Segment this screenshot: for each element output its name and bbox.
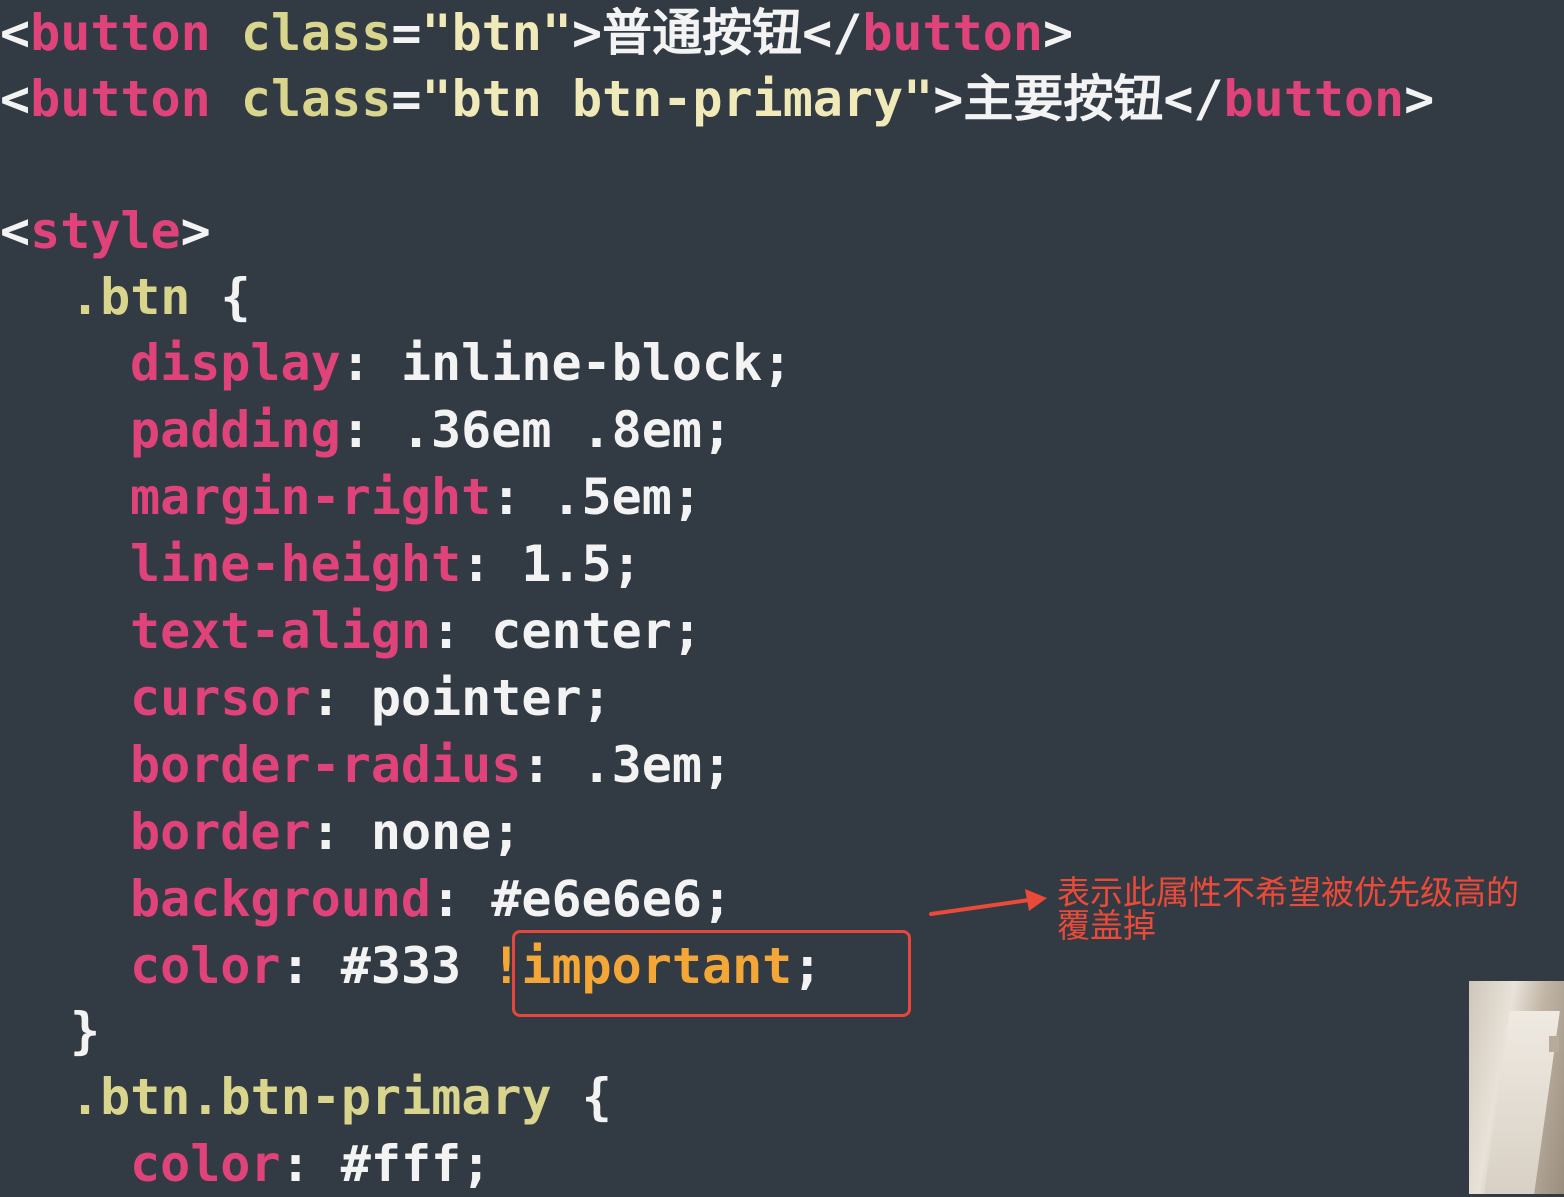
attr-name: class [240,4,392,62]
css-value: #333 [340,937,492,995]
css-property: display [130,334,341,392]
tag-bracket: < [0,202,31,260]
css-declaration: line-height: 1.5; [0,531,642,597]
css-declaration: border: none; [0,799,521,865]
colon: : [431,870,492,928]
colon: : [310,669,371,727]
code-line-btn-selector: .btn { [0,264,251,330]
css-declaration: display: inline-block; [0,330,792,396]
css-value: #fff; [340,1135,492,1193]
code-line-1: <button class="btn">普通按钮</button> [0,0,1073,66]
colon: : [340,334,401,392]
equals: = [391,70,422,128]
tag-bracket: > [180,202,211,260]
css-declaration: margin-right: .5em; [0,464,702,530]
css-selector: .btn.btn-primary [70,1068,552,1126]
css-value: none; [370,803,522,861]
tag-bracket: < [0,70,31,128]
tag-bracket: < [0,4,31,62]
colon: : [280,937,341,995]
css-value: center; [491,602,702,660]
code-line-2: <button class="btn btn-primary">主要按钮</bu… [0,66,1434,132]
tag-bracket: </ [802,4,863,62]
css-property: color [130,1135,281,1193]
tag-name: style [30,202,181,260]
css-property: cursor [130,669,311,727]
code-line-style-open: <style> [0,198,211,264]
attr-value: "btn" [421,4,572,62]
colon: : [461,535,522,593]
video-door-handle [1549,1036,1559,1052]
colon: : [491,468,552,526]
tag-bracket: > [1404,70,1435,128]
tag-name: button [30,4,211,62]
colon: : [310,803,371,861]
annotation-arrow-icon [929,889,1047,916]
css-declaration: text-align: center; [0,598,702,664]
css-property: padding [130,401,341,459]
presenter-video-thumbnail [1469,981,1564,1194]
button-text: 主要按钮 [963,70,1164,128]
css-value: inline-block; [400,334,793,392]
css-property: border [130,803,311,861]
colon: : [521,736,582,794]
colon: : [431,602,492,660]
button-text: 普通按钮 [602,4,803,62]
css-value: 1.5; [521,535,642,593]
brace: { [551,1068,612,1126]
css-declaration: color: #fff; [0,1131,491,1197]
css-value: .5em; [551,468,702,526]
css-declaration: background: #e6e6e6; [0,866,732,932]
css-value: #e6e6e6; [491,870,733,928]
tag-name: button [30,70,211,128]
css-declaration: padding: .36em .8em; [0,397,732,463]
code-line-btn-close: } [0,998,100,1064]
important-highlight-box [512,930,911,1017]
tag-bracket: > [571,4,603,62]
css-declaration: border-radius: .3em; [0,732,732,798]
tag-bracket: > [1042,4,1074,62]
css-property: border-radius [130,736,522,794]
tag-name: button [862,4,1043,62]
tag-name: button [1223,70,1405,128]
colon: : [340,401,401,459]
css-property: color [130,937,281,995]
css-value: .3em; [581,736,733,794]
css-property: line-height [130,535,462,593]
attr-value: "btn btn-primary" [421,70,934,128]
brace: } [70,1002,101,1060]
css-value: pointer; [370,669,612,727]
colon: : [280,1135,341,1193]
css-value: .36em .8em; [400,401,733,459]
annotation-line-1: 表示此属性不希望被优先级高的 [1057,873,1519,912]
css-property: margin-right [130,468,492,526]
code-line-primary-selector: .btn.btn-primary { [0,1064,612,1130]
tag-bracket: > [933,70,964,128]
css-property: background [130,870,432,928]
brace: { [190,268,251,326]
annotation-line-2: 覆盖掉 [1057,906,1156,945]
annotation-note: 表示此属性不希望被优先级高的 覆盖掉 [1057,876,1564,942]
tag-bracket: </ [1163,70,1224,128]
css-selector: .btn [70,268,191,326]
css-declaration: cursor: pointer; [0,665,612,731]
attr-name: class [240,70,392,128]
equals: = [391,4,422,62]
css-property: text-align [130,602,432,660]
